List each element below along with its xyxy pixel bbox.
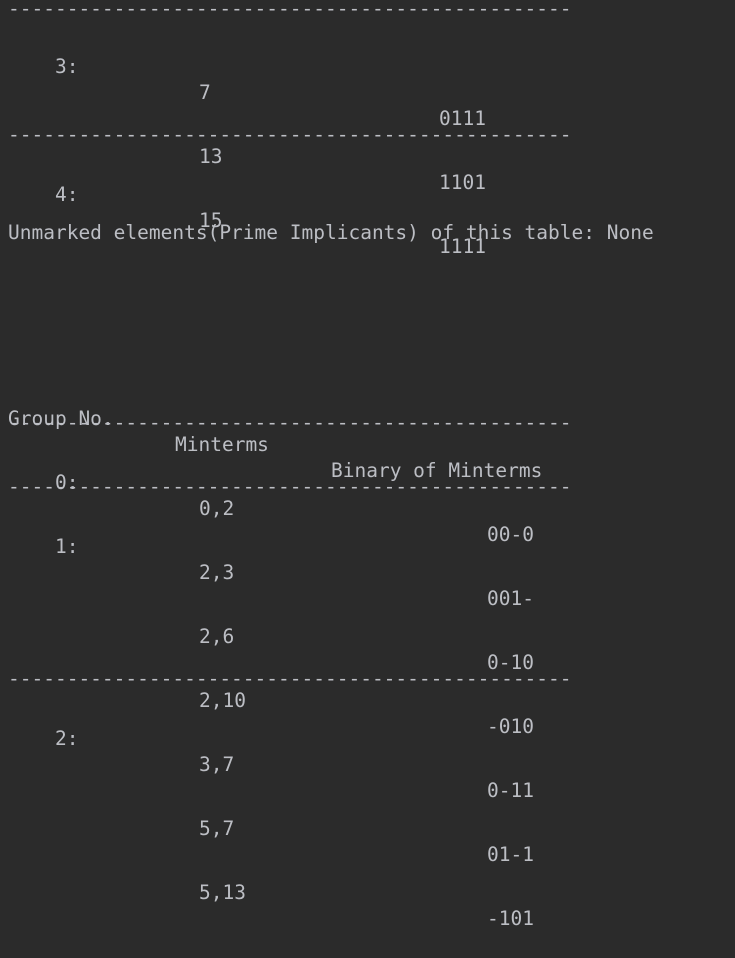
minterm-value: 3,7 bbox=[199, 753, 235, 776]
separator-line: ----------------------------------------… bbox=[8, 476, 572, 498]
minterm-value: 5,7 bbox=[199, 817, 235, 840]
binary-value: 00-0 bbox=[487, 523, 534, 546]
table-row: 2,10 -010 bbox=[8, 636, 534, 738]
minterm-value: 2,10 bbox=[199, 689, 246, 712]
minterm-value: 13 bbox=[199, 145, 223, 168]
minterm-value: 7 bbox=[199, 81, 211, 104]
minterm-value: 2,3 bbox=[199, 561, 235, 584]
binary-value: 1101 bbox=[439, 171, 486, 194]
group-number: 4: bbox=[55, 183, 79, 206]
minterm-value: 0,2 bbox=[199, 497, 235, 520]
binary-value: -010 bbox=[487, 715, 534, 738]
group-number: 3: bbox=[55, 55, 79, 78]
separator-line: ----------------------------------------… bbox=[8, 124, 572, 146]
group-number: 2: bbox=[55, 727, 79, 750]
table-header: Group No. Minterms Binary of Minterms bbox=[8, 380, 542, 482]
group-number: 1: bbox=[55, 535, 79, 558]
minterm-value: 2,6 bbox=[199, 625, 235, 648]
binary-value: 01-1 bbox=[487, 843, 534, 866]
table-row: 5,13 -101 bbox=[8, 828, 534, 930]
binary-value: 001- bbox=[487, 587, 534, 610]
binary-value: -101 bbox=[487, 907, 534, 930]
table-row: 4: 15 1111 bbox=[8, 156, 486, 258]
table-row: 0: 0,2 00-0 bbox=[8, 444, 534, 546]
binary-value: 0-11 bbox=[487, 779, 534, 802]
table-row: 3: 7 0111 bbox=[8, 28, 486, 130]
table-row: 13 1101 bbox=[8, 92, 486, 194]
console-output[interactable]: ----------------------------------------… bbox=[0, 0, 735, 930]
separator-line: ----------------------------------------… bbox=[8, 0, 572, 20]
table-row: 1: 2,3 001- bbox=[8, 508, 534, 610]
separator-line: ----------------------------------------… bbox=[8, 412, 572, 434]
prime-implicants-summary: Unmarked elements(Prime Implicants) of t… bbox=[8, 221, 654, 244]
minterm-value: 5,13 bbox=[199, 881, 246, 904]
header-minterms: Minterms bbox=[175, 433, 269, 456]
table-row: 5,7 01-1 bbox=[8, 764, 534, 866]
separator-line: ----------------------------------------… bbox=[8, 668, 572, 690]
table-row: 2: 3,7 0-11 bbox=[8, 700, 534, 802]
table-row: 2,6 0-10 bbox=[8, 572, 534, 674]
